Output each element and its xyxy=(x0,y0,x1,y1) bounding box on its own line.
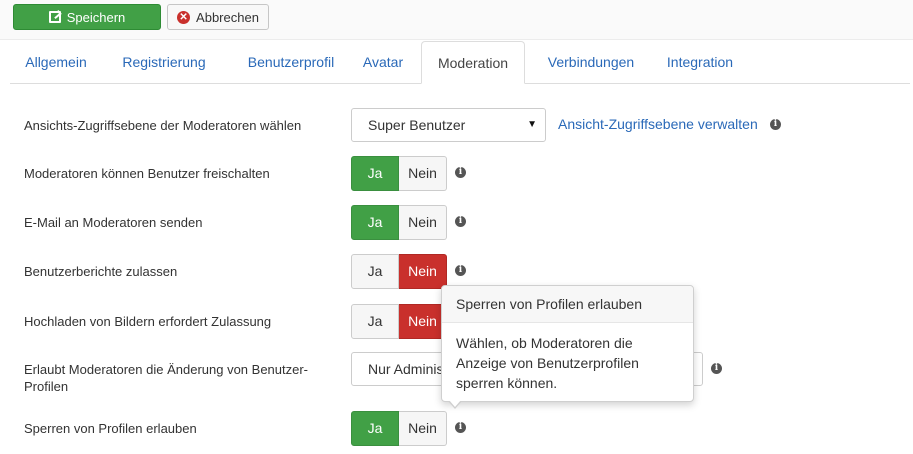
info-icon[interactable]: i xyxy=(711,363,722,374)
tooltip-body: Wählen, ob Moderatoren die Anzeige von B… xyxy=(442,323,693,403)
image-upload-toggle: Ja Nein xyxy=(351,304,447,339)
user-reports-label: Benutzerberichte zulassen xyxy=(24,264,178,279)
tab-verbindungen[interactable]: Verbindungen xyxy=(532,41,650,83)
tab-registrierung[interactable]: Registrierung xyxy=(106,41,222,83)
user-reports-toggle: Ja Nein xyxy=(351,254,447,289)
view-access-select[interactable]: Super Benutzer ▼ xyxy=(351,108,546,142)
tooltip-line: sperren können. xyxy=(456,375,558,391)
image-upload-yes[interactable]: Ja xyxy=(351,304,399,339)
email-moderators-no[interactable]: Nein xyxy=(399,205,447,240)
cancel-button[interactable]: ✕ Abbrechen xyxy=(167,4,269,30)
info-icon[interactable]: i xyxy=(770,119,781,130)
approve-users-label: Moderatoren können Benutzer freischalten xyxy=(24,166,270,181)
settings-tabs: Allgemein Registrierung Benutzerprofil A… xyxy=(10,41,910,84)
cancel-button-label: Abbrechen xyxy=(196,9,259,25)
manage-view-access-link[interactable]: Ansicht-Zugriffsebene verwalten xyxy=(558,116,758,132)
lock-profiles-toggle: Ja Nein xyxy=(351,411,447,446)
cancel-icon: ✕ xyxy=(177,10,191,24)
approve-users-no[interactable]: Nein xyxy=(399,156,447,191)
user-reports-no[interactable]: Nein xyxy=(399,254,447,289)
info-icon[interactable]: i xyxy=(455,422,466,433)
lock-profiles-yes[interactable]: Ja xyxy=(351,411,399,446)
profile-change-label-line2: Profilen xyxy=(24,379,69,394)
tooltip-arrow xyxy=(448,400,462,409)
image-upload-label: Hochladen von Bildern erfordert Zulassun… xyxy=(24,314,272,329)
tooltip-line: Wählen, ob Moderatoren die xyxy=(456,335,633,351)
email-moderators-label: E-Mail an Moderatoren senden xyxy=(24,215,203,230)
tab-benutzerprofil[interactable]: Benutzerprofil xyxy=(226,41,356,83)
lock-profiles-label: Sperren von Profilen erlauben xyxy=(24,421,197,436)
profile-change-label-line1: Erlaubt Moderatoren die Änderung von Ben… xyxy=(24,362,309,377)
dropdown-caret-icon: ▼ xyxy=(527,119,537,130)
tooltip-line: Anzeige von Benutzerprofilen xyxy=(456,355,639,371)
profile-change-label: Erlaubt Moderatoren die Änderung von Ben… xyxy=(24,361,308,395)
lock-profiles-no[interactable]: Nein xyxy=(399,411,447,446)
tab-avatar[interactable]: Avatar xyxy=(350,41,416,83)
tab-moderation[interactable]: Moderation xyxy=(421,41,525,84)
tab-integration[interactable]: Integration xyxy=(658,41,742,83)
save-icon xyxy=(48,11,61,23)
approve-users-yes[interactable]: Ja xyxy=(351,156,399,191)
user-reports-yes[interactable]: Ja xyxy=(351,254,399,289)
save-button[interactable]: Speichern xyxy=(13,4,161,30)
tooltip-title: Sperren von Profilen erlauben xyxy=(442,286,693,323)
view-access-value: Super Benutzer xyxy=(368,117,466,133)
save-button-label: Speichern xyxy=(66,9,126,25)
toolbar: Speichern ✕ Abbrechen xyxy=(0,0,913,40)
info-icon[interactable]: i xyxy=(455,216,466,227)
help-tooltip: Sperren von Profilen erlauben Wählen, ob… xyxy=(441,285,694,409)
profile-change-value-left: Nur Adminis xyxy=(368,361,444,377)
view-access-label: Ansichts-Zugriffsebene der Moderatoren w… xyxy=(24,118,302,133)
info-icon[interactable]: i xyxy=(455,265,466,276)
email-moderators-toggle: Ja Nein xyxy=(351,205,447,240)
image-upload-no[interactable]: Nein xyxy=(399,304,447,339)
info-icon[interactable]: i xyxy=(455,167,466,178)
approve-users-toggle: Ja Nein xyxy=(351,156,447,191)
email-moderators-yes[interactable]: Ja xyxy=(351,205,399,240)
tab-allgemein[interactable]: Allgemein xyxy=(10,41,102,83)
